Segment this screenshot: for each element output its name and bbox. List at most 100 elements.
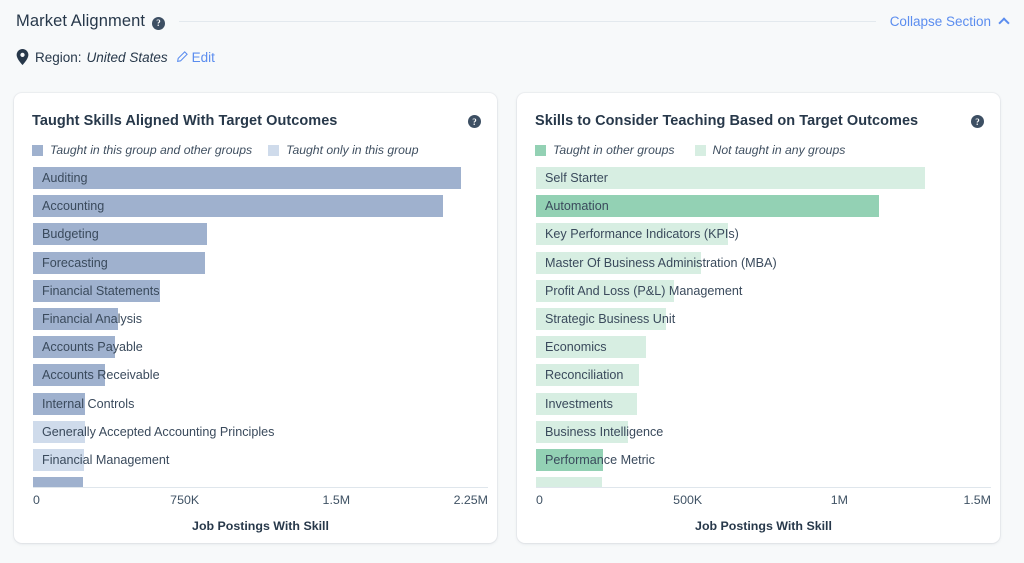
bar-label: Economics [545, 336, 607, 358]
axis-tick-label: 500K [673, 493, 702, 507]
market-alignment-page: Market Alignment? Collapse Section Regio… [0, 0, 1024, 563]
bar-label: Financial Statements [42, 280, 160, 302]
bar-label: Internal Controls [42, 393, 134, 415]
legend-label: Taught in other groups [553, 143, 675, 157]
pencil-icon [176, 51, 188, 63]
bar-row[interactable]: Key Performance Indicators (KPIs) [536, 221, 991, 249]
bar-row[interactable]: Accounting [33, 193, 488, 221]
bar-row[interactable]: Accounts Receivable [33, 362, 488, 390]
region-row: Region: United States Edit [16, 49, 215, 65]
axis-tick-label: 2.25M [454, 493, 488, 507]
section-header: Market Alignment? Collapse Section [0, 0, 1024, 42]
bar-row[interactable]: Reconciliation [536, 362, 991, 390]
legend-item[interactable]: Taught in other groups [535, 143, 675, 157]
bar-label: Strategic Business Unit [545, 308, 675, 330]
region-value: United States [87, 50, 168, 65]
chart-cards-container: Taught Skills Aligned With Target Outcom… [14, 93, 1010, 543]
help-icon[interactable]: ? [468, 115, 481, 128]
section-title-text: Market Alignment [16, 12, 145, 30]
bar-label: Investments [545, 393, 613, 415]
bar-label: Automation [545, 195, 609, 217]
axis-line [33, 487, 488, 488]
help-icon[interactable]: ? [971, 115, 984, 128]
bar-label: Key Performance Indicators (KPIs) [545, 223, 739, 245]
bar-row[interactable]: Internal Controls [33, 391, 488, 419]
bar-row[interactable]: Business Intelligence [536, 419, 991, 447]
bar-row[interactable]: Self Starter [536, 165, 991, 193]
bar-row[interactable]: Master Of Business Administration (MBA) [536, 250, 991, 278]
bar-row-partial[interactable] [536, 475, 991, 487]
edit-region-button[interactable]: Edit [176, 50, 215, 65]
bar-row[interactable]: Economics [536, 334, 991, 362]
card-title: Skills to Consider Teaching Based on Tar… [535, 113, 918, 129]
axis-title: Job Postings With Skill [536, 519, 991, 533]
bar-row[interactable]: Automation [536, 193, 991, 221]
bar-row[interactable]: Auditing [33, 165, 488, 193]
card-title: Taught Skills Aligned With Target Outcom… [32, 113, 337, 129]
legend-swatch [268, 145, 279, 156]
x-axis: Job Postings With Skill 0 500K 1M 1.5M [536, 487, 991, 543]
legend-item[interactable]: Not taught in any groups [695, 143, 846, 157]
bar[interactable] [33, 167, 461, 189]
edit-label: Edit [192, 50, 215, 65]
bar-label: Business Intelligence [545, 421, 663, 443]
legend-label: Taught in this group and other groups [50, 143, 252, 157]
axis-tick-label: 0 [33, 493, 40, 507]
bar-label: Accounts Payable [42, 336, 143, 358]
card-taught-skills: Taught Skills Aligned With Target Outcom… [14, 93, 497, 543]
bar-row[interactable]: Investments [536, 391, 991, 419]
x-axis: Job Postings With Skill 0750K1.5M2.25M [33, 487, 488, 543]
bar-chart-skills-to-consider: Self Starter Automation Key Performance In… [517, 165, 1000, 543]
bar-label: Self Starter [545, 167, 608, 189]
location-pin-icon [16, 49, 29, 65]
header-divider [179, 21, 876, 22]
page-title: Market Alignment? [16, 12, 165, 31]
legend-swatch [535, 145, 546, 156]
bars-container: Auditing Accounting Budgeting Forecasting Fi… [33, 165, 488, 487]
bar-row-partial[interactable] [33, 475, 488, 487]
bar-label: Accounting [42, 195, 104, 217]
legend-label: Taught only in this group [286, 143, 418, 157]
bar[interactable] [33, 477, 83, 487]
legend-label: Not taught in any groups [713, 143, 846, 157]
axis-line [536, 487, 991, 488]
bar[interactable] [536, 477, 602, 487]
bar-label: Generally Accepted Accounting Principles [42, 421, 274, 443]
legend-swatch [32, 145, 43, 156]
collapse-section-label: Collapse Section [890, 14, 991, 29]
bar-label: Auditing [42, 167, 88, 189]
bar-row[interactable]: Profit And Loss (P&L) Management [536, 278, 991, 306]
legend-item[interactable]: Taught only in this group [268, 143, 418, 157]
chart-legend: Taught in other groups Not taught in any … [535, 143, 845, 157]
bars-container: Self Starter Automation Key Performance In… [536, 165, 991, 487]
axis-tick-label: 0 [536, 493, 543, 507]
card-skills-to-consider: Skills to Consider Teaching Based on Tar… [517, 93, 1000, 543]
axis-tick-label: 750K [170, 493, 199, 507]
bar-row[interactable]: Financial Statements [33, 278, 488, 306]
bar-row[interactable]: Forecasting [33, 250, 488, 278]
bar-row[interactable]: Performance Metric [536, 447, 991, 475]
bar-label: Master Of Business Administration (MBA) [545, 252, 777, 274]
legend-item[interactable]: Taught in this group and other groups [32, 143, 252, 157]
bar-row[interactable]: Generally Accepted Accounting Principles [33, 419, 488, 447]
axis-tick-label: 1.5M [323, 493, 351, 507]
bar-chart-taught-skills: Auditing Accounting Budgeting Forecasting Fi… [14, 165, 497, 543]
bar-row[interactable]: Accounts Payable [33, 334, 488, 362]
chart-legend: Taught in this group and other groups Tau… [32, 143, 419, 157]
bar-label: Budgeting [42, 223, 99, 245]
bar-row[interactable]: Strategic Business Unit [536, 306, 991, 334]
chevron-up-icon [998, 17, 1009, 28]
bar-row[interactable]: Budgeting [33, 221, 488, 249]
bar-row[interactable]: Financial Analysis [33, 306, 488, 334]
axis-tick-label: 1.5M [963, 493, 991, 507]
collapse-section-button[interactable]: Collapse Section [890, 14, 1008, 29]
help-icon[interactable]: ? [152, 17, 165, 30]
bar-label: Accounts Receivable [42, 364, 160, 386]
legend-swatch [695, 145, 706, 156]
bar-label: Performance Metric [545, 449, 655, 471]
bar-label: Forecasting [42, 252, 108, 274]
region-label: Region: [35, 50, 82, 65]
axis-tick-label: 1M [831, 493, 848, 507]
bar-row[interactable]: Financial Management [33, 447, 488, 475]
bar-label: Profit And Loss (P&L) Management [545, 280, 742, 302]
